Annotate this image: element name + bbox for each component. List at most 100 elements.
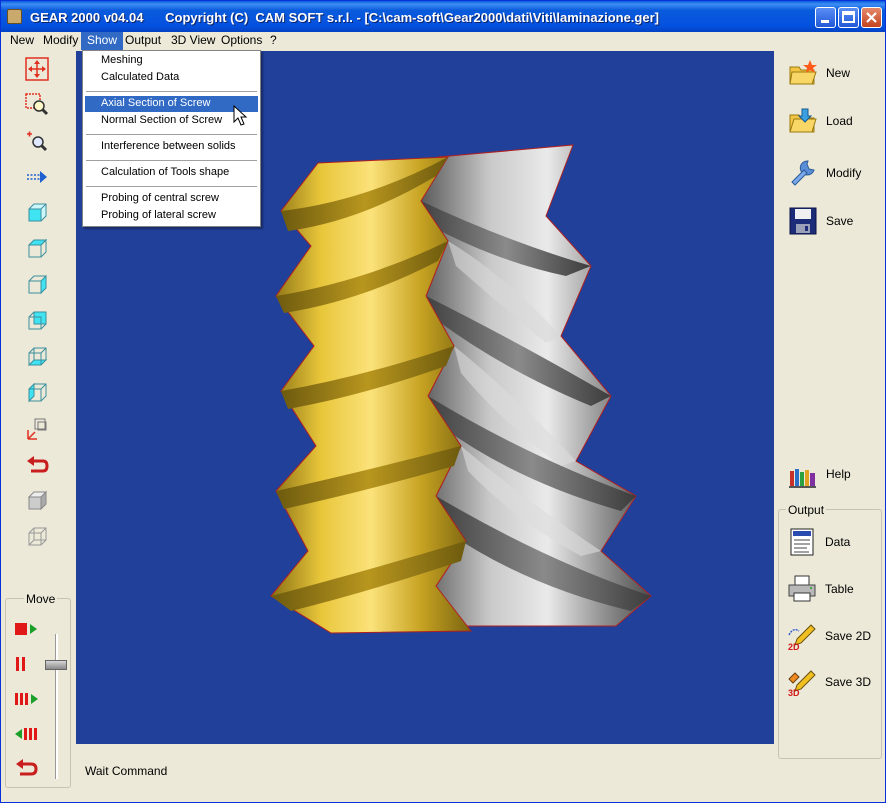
svg-text:3D: 3D [788, 688, 800, 697]
close-button[interactable] [861, 7, 882, 28]
return-arrow-icon [16, 759, 38, 776]
zoom-in-icon [27, 131, 48, 152]
view-top-button[interactable] [23, 235, 51, 263]
save-button-label: Save [826, 214, 854, 228]
mouse-cursor-icon [233, 105, 248, 126]
pan-arrow-icon [27, 171, 47, 183]
new-folder-icon [789, 60, 817, 85]
help-button[interactable]: Help [786, 454, 881, 494]
wireframe-cube-icon [28, 527, 47, 546]
view-right-button[interactable] [23, 271, 51, 299]
play-stop-icon [15, 623, 37, 635]
menu-separator [86, 186, 257, 187]
move-group-label: Move [24, 592, 58, 606]
speed-slider-track[interactable] [55, 634, 58, 779]
save-3d-button[interactable]: 3D Save 3D [785, 662, 880, 702]
help-button-label: Help [826, 467, 851, 481]
menu-bar: New Modify Show Output 3D View Options ? [1, 32, 885, 50]
load-button-label: Load [826, 114, 853, 128]
rewind-button[interactable] [14, 724, 42, 747]
load-button[interactable]: Load [786, 101, 881, 141]
zoom-window-icon [25, 93, 49, 116]
data-button-label: Data [825, 535, 851, 549]
save-3d-button-label: Save 3D [825, 675, 872, 689]
zoom-in-button[interactable] [23, 127, 51, 155]
right-panel: New Load Modify Save Help Output Data Ta… [776, 51, 884, 759]
app-icon[interactable] [7, 9, 22, 24]
menu-separator [86, 91, 257, 92]
output-group: Output Data Table 2D Save 2D 3D Save 3D [778, 503, 882, 759]
data-button[interactable]: Data [785, 522, 880, 562]
open-folder-icon [789, 108, 817, 133]
menu-help[interactable]: ? [264, 32, 283, 50]
maximize-button[interactable] [838, 7, 859, 28]
books-icon [789, 469, 816, 488]
view-bottom-button[interactable] [23, 343, 51, 371]
menu-options[interactable]: Options [215, 32, 268, 50]
view-back-cube-icon [28, 382, 47, 403]
modify-button-label: Modify [826, 166, 862, 180]
menu-item-probing-lateral[interactable]: Probing of lateral screw [85, 208, 258, 224]
play-button[interactable] [14, 619, 40, 642]
menu-item-meshing[interactable]: Meshing [85, 53, 258, 69]
rotate-axes-button[interactable] [23, 415, 51, 443]
undo-view-button[interactable] [23, 451, 51, 479]
zoom-window-button[interactable] [23, 91, 51, 119]
pause-icon [16, 657, 25, 671]
modify-button[interactable]: Modify [786, 153, 881, 193]
pencil-2d-icon: 2D [788, 624, 816, 651]
wireframe-view-button[interactable] [23, 523, 51, 551]
view-front-button[interactable] [23, 199, 51, 227]
move-group: Move [5, 592, 71, 788]
table-button[interactable]: Table [785, 569, 880, 609]
menu-item-tools-shape[interactable]: Calculation of Tools shape [85, 165, 258, 181]
show-menu-dropdown: Meshing Calculated Data Axial Section of… [82, 50, 261, 227]
view-left-cube-icon [28, 311, 47, 330]
menu-modify[interactable]: Modify [37, 32, 84, 50]
menu-3d-view[interactable]: 3D View [165, 32, 221, 50]
undo-view-icon [27, 456, 49, 473]
view-front-cube-icon [28, 203, 47, 222]
speed-slider-thumb[interactable] [45, 660, 67, 670]
view-bottom-cube-icon [27, 347, 48, 366]
new-button[interactable]: New [786, 53, 881, 93]
output-group-label: Output [786, 503, 827, 517]
move-view-button[interactable] [23, 55, 51, 83]
left-toolbar [1, 51, 73, 591]
main-window: GEAR 2000 v04.04 Copyright (C) CAM SOFT … [0, 0, 886, 803]
floppy-disk-icon [789, 207, 817, 235]
table-button-label: Table [825, 582, 854, 596]
menu-item-probing-central[interactable]: Probing of central screw [85, 191, 258, 207]
svg-text:2D: 2D [788, 642, 800, 651]
view-back-button[interactable] [23, 379, 51, 407]
menu-item-interference[interactable]: Interference between solids [85, 139, 258, 155]
menu-item-calculated-data[interactable]: Calculated Data [85, 70, 258, 86]
fast-forward-icon [15, 693, 38, 705]
wrench-icon [791, 160, 815, 186]
save-2d-button[interactable]: 2D Save 2D [785, 616, 880, 656]
solid-view-button[interactable] [23, 487, 51, 515]
printer-icon [788, 575, 816, 602]
pause-button[interactable] [14, 654, 40, 677]
view-right-cube-icon [28, 274, 47, 295]
rotate-axes-icon [27, 418, 47, 440]
menu-separator [86, 160, 257, 161]
fast-forward-button[interactable] [14, 689, 42, 712]
maximize-icon [842, 11, 855, 23]
pan-button[interactable] [23, 163, 51, 191]
document-icon [790, 528, 814, 556]
rewind-icon [15, 728, 37, 740]
view-top-cube-icon [27, 238, 48, 258]
reset-move-button[interactable] [14, 757, 40, 782]
title-bar[interactable]: GEAR 2000 v04.04 Copyright (C) CAM SOFT … [1, 1, 885, 32]
menu-output[interactable]: Output [119, 32, 167, 50]
menu-separator [86, 134, 257, 135]
minimize-button[interactable] [815, 7, 836, 28]
view-left-button[interactable] [23, 307, 51, 335]
pencil-3d-icon: 3D [788, 670, 816, 697]
new-button-label: New [826, 66, 851, 80]
menu-show[interactable]: Show [81, 32, 124, 50]
save-2d-button-label: Save 2D [825, 629, 872, 643]
menu-new[interactable]: New [4, 32, 40, 50]
save-button[interactable]: Save [786, 201, 881, 241]
